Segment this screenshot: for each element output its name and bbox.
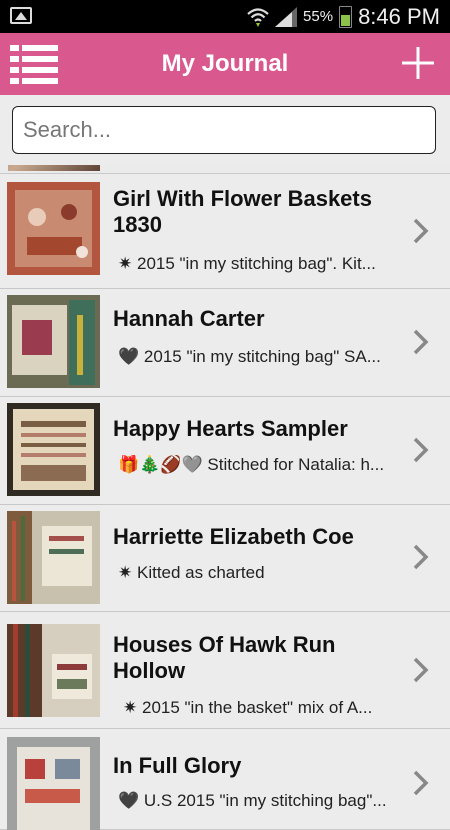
thumbnail-image [7,737,100,830]
entry-note: 🖤 2015 "in my stitching bag" SA... [118,347,381,366]
thumbnail-image [7,295,100,388]
list-item-partial[interactable] [0,165,450,174]
entry-note: 🖤 U.S 2015 "in my stitching bag"... [118,791,387,810]
chevron-right-icon[interactable] [412,436,430,464]
search-bar [0,95,450,165]
status-right: 55% 8:46 PM [247,0,440,33]
chevron-right-icon[interactable] [412,656,430,684]
entry-title: Hannah Carter [113,306,265,331]
chevron-right-icon[interactable] [412,328,430,356]
thumbnail-image [7,403,100,496]
entry-title: Houses Of Hawk Run Hollow [113,632,336,683]
entry-icons: ✷ [118,563,133,582]
entry-title: Harriette Elizabeth Coe [113,524,354,549]
add-entry-button[interactable] [400,45,436,81]
battery-icon [339,5,353,28]
entry-icons: 🖤 [118,347,140,366]
app-bar: My Journal [0,33,450,95]
gallery-notification-icon [10,7,32,24]
page-title: My Journal [161,50,289,77]
entry-title: In Full Glory [113,753,242,778]
status-bar: 55% 8:46 PM [0,0,450,33]
entry-note: ✷ 2015 "in the basket" mix of A... [123,698,373,717]
signal-icon [275,6,298,27]
chevron-right-icon[interactable] [412,543,430,571]
entry-note: ✷ Kitted as charted [118,563,265,582]
entry-icons: 🎁🎄🏈🩶 [118,455,203,474]
entry-icons: 🖤 U.S [118,791,173,810]
battery-percent: 55% [303,8,334,25]
chevron-right-icon[interactable] [412,769,430,797]
list-item[interactable]: Harriette Elizabeth Coe ✷ Kitted as char… [0,505,450,612]
list-item[interactable]: Girl With Flower Baskets 1830 ✷ 2015 "in… [0,174,450,289]
entry-note: ✷ 2015 "in my stitching bag". Kit... [118,254,376,273]
chevron-right-icon[interactable] [412,217,430,245]
wifi-icon [247,7,269,27]
list-item[interactable]: In Full Glory 🖤 U.S 2015 "in my stitchin… [0,729,450,830]
entry-title: Girl With Flower Baskets 1830 [113,186,372,237]
thumbnail-image [7,624,100,717]
thumbnail-image [8,165,100,171]
entry-note: 🎁🎄🏈🩶 Stitched for Natalia: h... [118,455,385,474]
search-input[interactable] [12,106,436,154]
entry-icons: ✷ [123,698,138,717]
thumbnail-image [7,182,100,275]
list-item[interactable]: Happy Hearts Sampler 🎁🎄🏈🩶 Stitched for N… [0,397,450,505]
clock: 8:46 PM [358,3,440,29]
entry-icons: ✷ [118,254,133,273]
list-item[interactable]: Hannah Carter 🖤 2015 "in my stitching ba… [0,289,450,397]
entry-title: Happy Hearts Sampler [113,416,348,441]
thumbnail-image [7,511,100,604]
list-item[interactable]: Houses Of Hawk Run Hollow ✷ 2015 "in the… [0,612,450,729]
